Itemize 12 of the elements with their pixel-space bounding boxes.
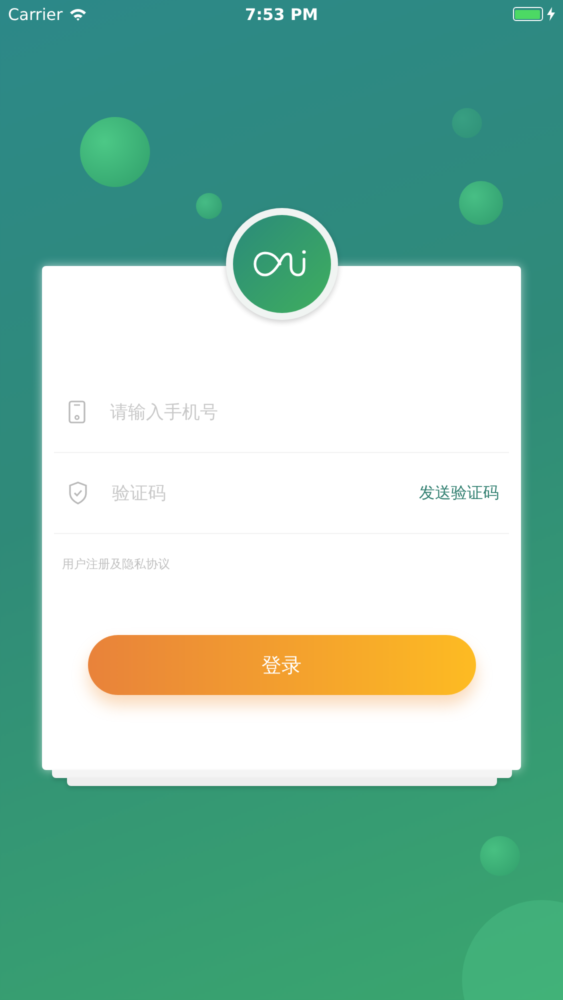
login-button[interactable]: 登录 <box>88 635 476 695</box>
agreement-link[interactable]: 用户注册及隐私协议 <box>62 556 170 573</box>
decorative-circle <box>480 836 520 876</box>
clock: 7:53 PM <box>244 4 319 24</box>
send-code-link[interactable]: 发送验证码 <box>419 482 499 504</box>
phone-icon <box>68 400 86 424</box>
shield-check-icon <box>68 481 88 505</box>
decorative-circle <box>459 181 503 225</box>
battery-icon <box>512 7 543 21</box>
decorative-circle <box>196 193 222 219</box>
carrier-label: Carrier <box>8 4 63 24</box>
wifi-icon <box>68 8 87 20</box>
